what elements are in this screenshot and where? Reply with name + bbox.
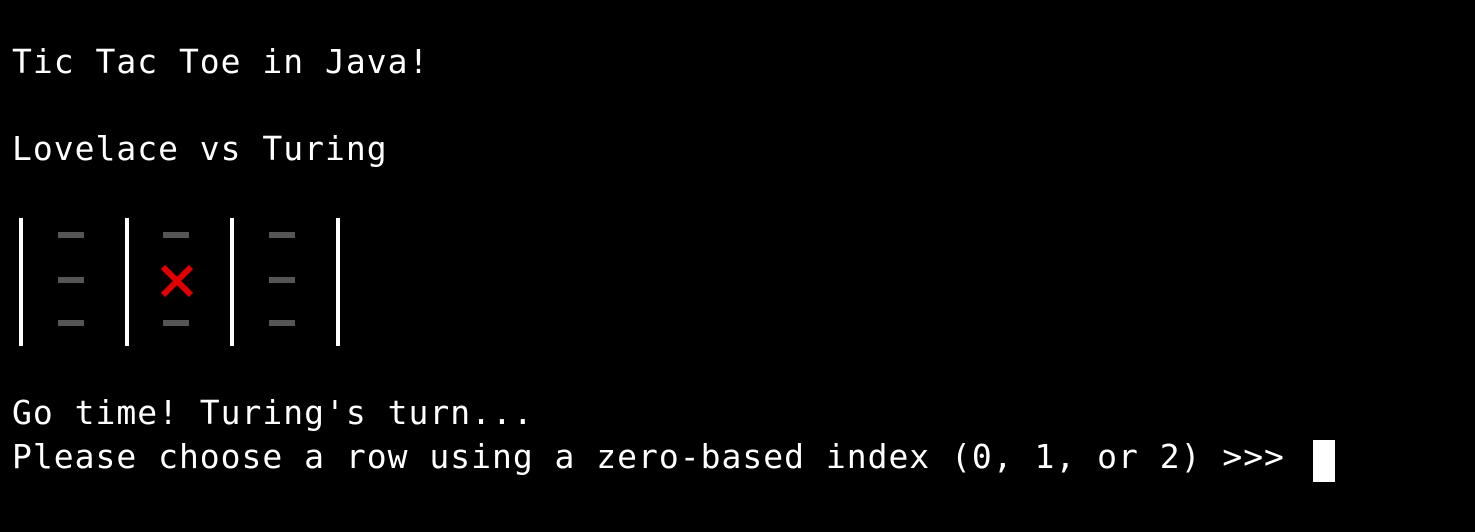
board-divider — [125, 218, 129, 346]
x-mark-icon — [160, 264, 194, 298]
empty-cell-icon — [58, 320, 84, 326]
text-cursor[interactable] — [1313, 440, 1335, 482]
empty-cell-icon — [269, 320, 295, 326]
board-divider — [230, 218, 234, 346]
board-cell — [42, 215, 102, 255]
status-line: Go time! Turing's turn... — [12, 393, 534, 432]
game-board — [0, 0, 400, 360]
board-divider — [336, 218, 340, 346]
empty-cell-icon — [269, 277, 295, 283]
board-cell — [253, 215, 313, 255]
empty-cell-icon — [163, 320, 189, 326]
empty-cell-icon — [269, 232, 295, 238]
board-cell — [42, 303, 102, 343]
board-cell — [147, 215, 207, 255]
board-cell — [147, 260, 207, 300]
board-cell — [147, 303, 207, 343]
empty-cell-icon — [58, 277, 84, 283]
terminal-window[interactable]: Tic Tac Toe in Java! Lovelace vs Turing … — [0, 0, 1475, 532]
board-cell — [253, 303, 313, 343]
empty-cell-icon — [163, 232, 189, 238]
board-cell — [253, 260, 313, 300]
prompt-line: Please choose a row using a zero-based i… — [12, 437, 1306, 476]
board-divider — [19, 218, 23, 346]
board-cell — [42, 260, 102, 300]
empty-cell-icon — [58, 232, 84, 238]
